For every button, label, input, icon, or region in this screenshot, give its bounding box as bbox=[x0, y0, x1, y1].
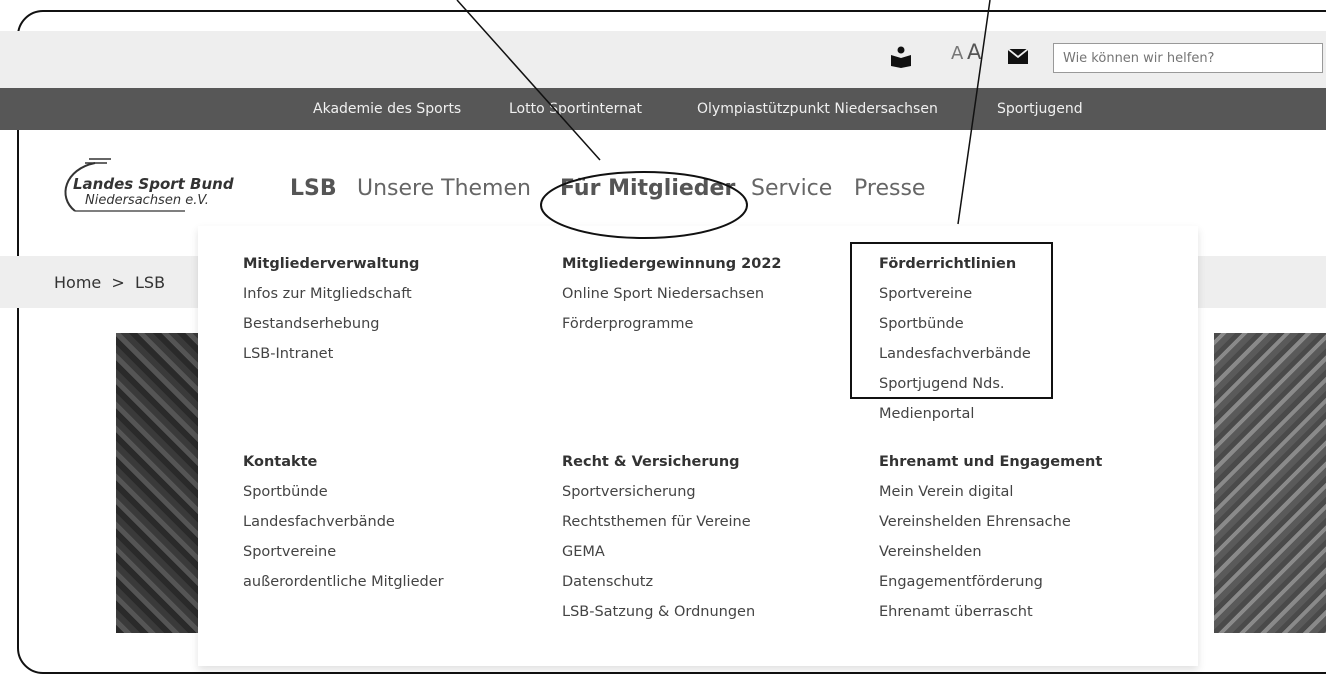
menu-item[interactable]: Engagementförderung bbox=[879, 567, 1102, 597]
menu-item[interactable]: Mein Verein digital bbox=[879, 477, 1102, 507]
menu-heading[interactable]: Ehrenamt und Engagement bbox=[879, 447, 1102, 477]
menu-item[interactable]: Vereinshelden Ehrensache bbox=[879, 507, 1102, 537]
menu-heading[interactable]: Kontakte bbox=[243, 447, 444, 477]
top-nav-akademie[interactable]: Akademie des Sports bbox=[313, 101, 461, 117]
menu-item[interactable]: Vereinshelden bbox=[879, 537, 1102, 567]
menu-item[interactable]: Sportbünde bbox=[243, 477, 444, 507]
font-size-small-toggle[interactable]: A bbox=[951, 43, 963, 64]
menu-col-2-sec1: Mitgliedergewinnung 2022 Online Sport Ni… bbox=[562, 249, 782, 339]
top-nav-olympiastuetzpunkt[interactable]: Olympiastützpunkt Niedersachsen bbox=[697, 101, 938, 117]
main-nav-unsere-themen[interactable]: Unsere Themen bbox=[357, 176, 531, 201]
mail-icon[interactable] bbox=[1008, 49, 1028, 64]
logo-line2: Niedersachsen e.V. bbox=[85, 193, 209, 208]
menu-col-3-sec2: Ehrenamt und Engagement Mein Verein digi… bbox=[879, 447, 1102, 627]
breadcrumb-text[interactable]: Home > LSB bbox=[54, 273, 165, 292]
utility-bar: A A bbox=[0, 31, 1326, 88]
main-nav-fuer-mitglieder[interactable]: Für Mitglieder bbox=[560, 176, 735, 201]
top-nav-sportjugend[interactable]: Sportjugend bbox=[997, 101, 1083, 117]
library-icon[interactable] bbox=[890, 46, 912, 68]
main-nav-presse[interactable]: Presse bbox=[854, 176, 925, 201]
menu-item[interactable]: Online Sport Niedersachsen bbox=[562, 279, 782, 309]
search-input[interactable] bbox=[1053, 43, 1323, 73]
top-nav: Akademie des Sports Lotto Sportinternat … bbox=[0, 88, 1326, 130]
main-nav-service[interactable]: Service bbox=[751, 176, 832, 201]
font-size-large-toggle[interactable]: A bbox=[967, 40, 981, 64]
menu-item[interactable]: Landesfachverbände bbox=[243, 507, 444, 537]
menu-item[interactable]: Rechtsthemen für Vereine bbox=[562, 507, 755, 537]
menu-col-1-sec1: Mitgliederverwaltung Infos zur Mitglieds… bbox=[243, 249, 419, 369]
hero-image-right bbox=[1214, 333, 1326, 633]
top-nav-lotto-sportinternat[interactable]: Lotto Sportinternat bbox=[509, 101, 642, 117]
menu-item[interactable]: Infos zur Mitgliedschaft bbox=[243, 279, 419, 309]
menu-heading[interactable]: Mitgliedergewinnung 2022 bbox=[562, 249, 782, 279]
annotation-highlight-box bbox=[850, 242, 1053, 399]
main-nav-lsb[interactable]: LSB bbox=[290, 176, 337, 201]
menu-item[interactable]: Medienportal bbox=[879, 399, 1031, 429]
menu-item[interactable]: Bestandserhebung bbox=[243, 309, 419, 339]
menu-col-1-sec2: Kontakte Sportbünde Landesfachverbände S… bbox=[243, 447, 444, 597]
menu-item[interactable]: Förderprogramme bbox=[562, 309, 782, 339]
menu-col-2-sec2: Recht & Versicherung Sportversicherung R… bbox=[562, 447, 755, 627]
menu-item[interactable]: Sportversicherung bbox=[562, 477, 755, 507]
logo-line1: Landes Sport Bund bbox=[73, 175, 234, 193]
menu-item[interactable]: Datenschutz bbox=[562, 567, 755, 597]
menu-heading[interactable]: Recht & Versicherung bbox=[562, 447, 755, 477]
lsb-logo[interactable]: Landes Sport Bund Niedersachsen e.V. bbox=[55, 155, 235, 225]
menu-item[interactable]: GEMA bbox=[562, 537, 755, 567]
menu-item[interactable]: Ehrenamt überrascht bbox=[879, 597, 1102, 627]
menu-item[interactable]: LSB-Satzung & Ordnungen bbox=[562, 597, 755, 627]
menu-item[interactable]: außerordentliche Mitglieder bbox=[243, 567, 444, 597]
menu-item[interactable]: Sportvereine bbox=[243, 537, 444, 567]
menu-item[interactable]: LSB-Intranet bbox=[243, 339, 419, 369]
menu-heading[interactable]: Mitgliederverwaltung bbox=[243, 249, 419, 279]
